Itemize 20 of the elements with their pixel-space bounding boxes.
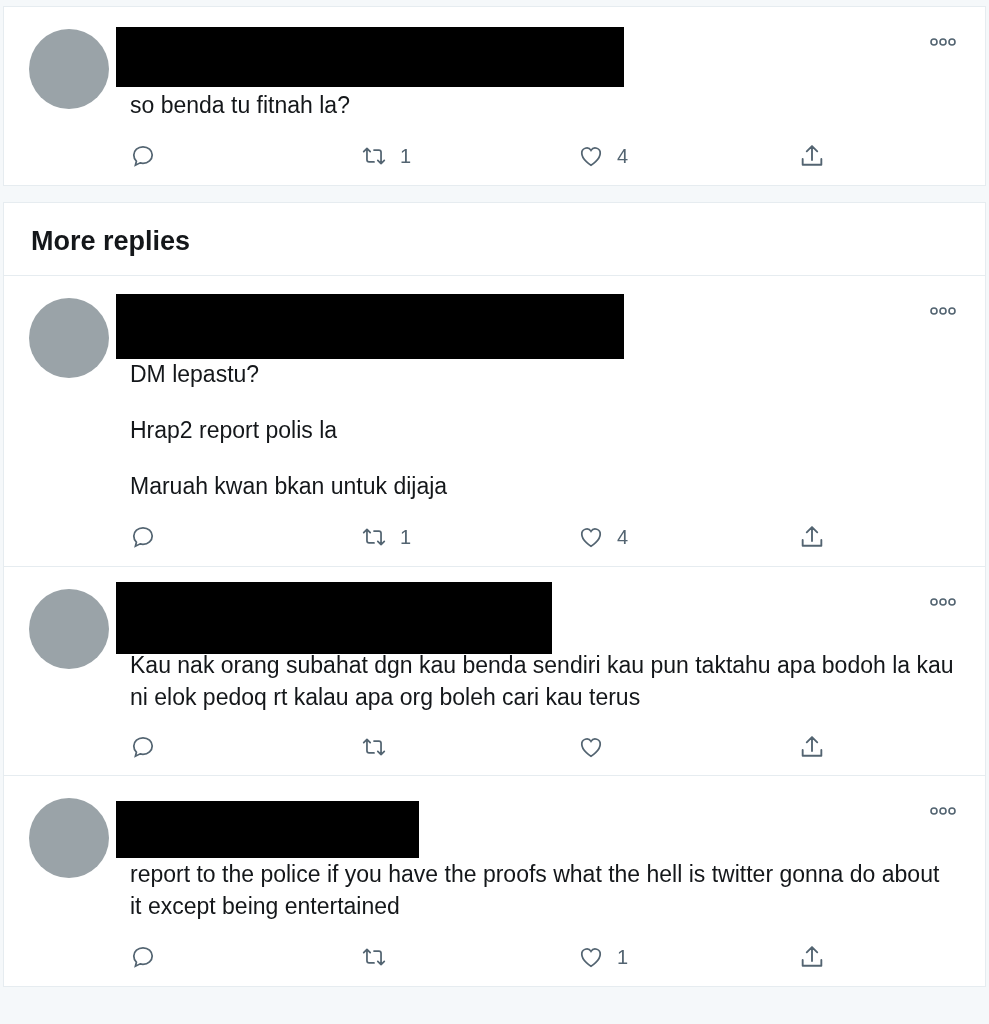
more-icon[interactable] [929, 306, 957, 316]
reply-button[interactable] [130, 143, 156, 169]
more-icon[interactable] [929, 37, 957, 47]
like-count: 1 [617, 945, 629, 970]
like-count: 4 [617, 144, 629, 169]
tweet-text: DM lepastu? [130, 360, 261, 389]
reply-button[interactable] [130, 944, 156, 970]
section-title: More replies [31, 225, 192, 257]
tweet-text: Maruah kwan bkan untuk dijaja [130, 472, 449, 501]
retweet-count: 1 [400, 525, 412, 550]
tweet-text: Hrap2 report polis la [130, 416, 339, 445]
tweet-text: report to the police if you have the proofs what the hell is twitter gonna do about it except being entertained [130, 860, 941, 921]
reply-button[interactable] [130, 524, 156, 550]
retweet-count: 1 [400, 144, 412, 169]
more-icon[interactable] [929, 806, 957, 816]
tweet-text: so benda tu fitnah la? [130, 91, 351, 120]
tweet-text: Kau nak orang subahat dgn kau benda sendiri kau pun taktahu apa bodoh la kau ni elok pedoq rt kalau apa org boleh cari kau terus [130, 651, 955, 712]
reply-button[interactable] [130, 734, 156, 760]
like-count: 4 [617, 525, 629, 550]
more-icon[interactable] [929, 597, 957, 607]
